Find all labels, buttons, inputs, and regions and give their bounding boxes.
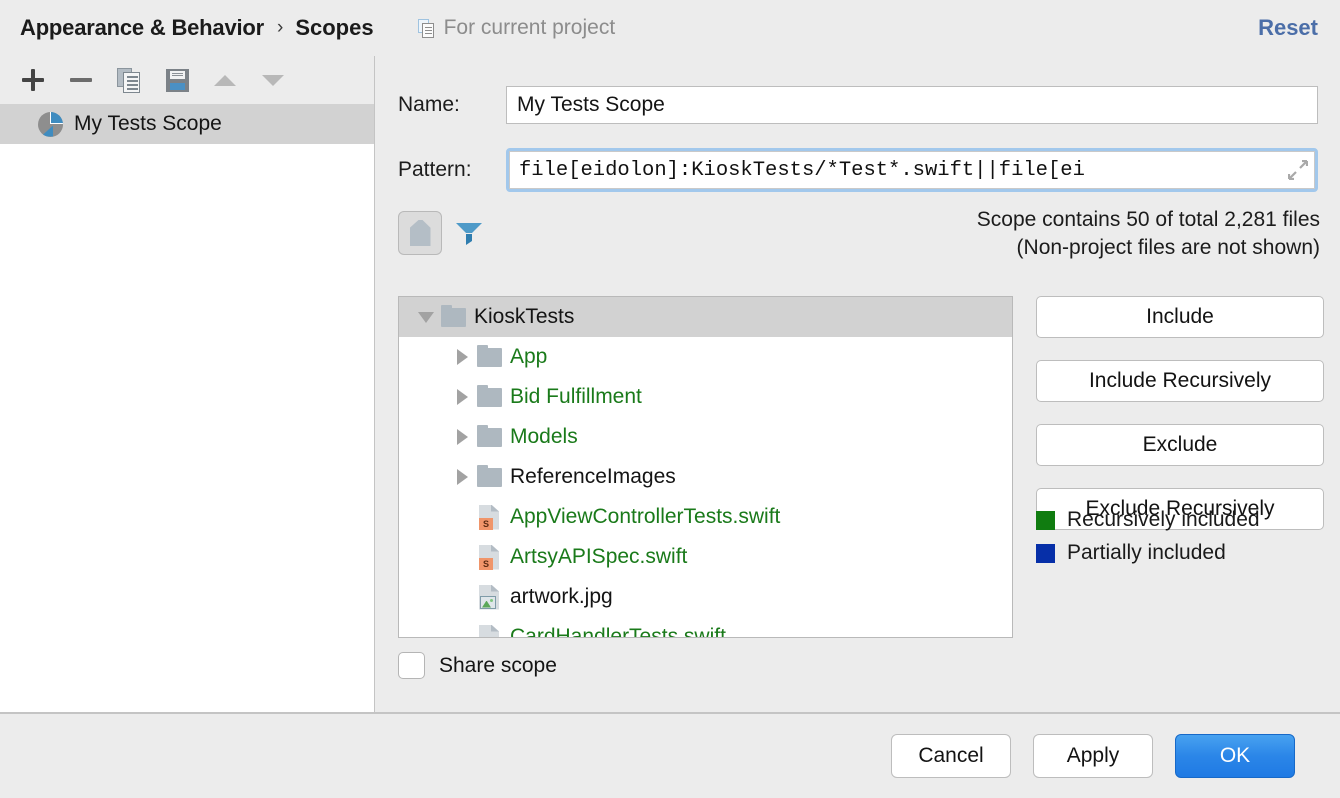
add-scope-button[interactable] (10, 60, 56, 100)
folder-icon (439, 304, 467, 327)
copy-scope-button[interactable] (106, 60, 152, 100)
legend-item-recursively-included: Recursively included (1036, 508, 1260, 532)
folder-icon (475, 344, 503, 367)
tree-row[interactable]: S AppViewControllerTests.swift (399, 497, 1012, 537)
folder-icon (475, 464, 503, 487)
file-icon (409, 220, 431, 246)
save-scope-button[interactable] (154, 60, 200, 100)
legend-label: Partially included (1067, 541, 1226, 564)
move-down-button[interactable] (250, 60, 296, 100)
breadcrumb-root[interactable]: Appearance & Behavior (20, 15, 264, 41)
chevron-down-icon[interactable] (413, 311, 439, 323)
copy-icon (117, 67, 141, 93)
arrow-up-icon (214, 74, 236, 86)
project-scope-note-label: For current project (443, 16, 616, 39)
save-icon (165, 68, 189, 92)
arrow-down-icon (262, 74, 284, 86)
scope-list-item[interactable]: My Tests Scope (0, 104, 374, 144)
breadcrumb: Appearance & Behavior › Scopes For curre… (0, 0, 1340, 56)
swift-file-icon: S (475, 544, 503, 570)
cancel-button[interactable]: Cancel (891, 734, 1011, 778)
file-tree[interactable]: KioskTests App Bid Fulfillment Models Refere… (398, 296, 1013, 638)
tree-row[interactable]: ReferenceImages (399, 457, 1012, 497)
plus-icon (22, 69, 44, 91)
pattern-field-row: Pattern: (398, 148, 1318, 192)
page-title: Scopes (295, 15, 374, 40)
reset-link[interactable]: Reset (1258, 15, 1318, 41)
include-recursively-button[interactable]: Include Recursively (1036, 360, 1324, 402)
tree-row[interactable]: artwork.jpg (399, 577, 1012, 617)
chevron-right-icon[interactable] (449, 429, 475, 445)
tree-row-label: App (510, 345, 548, 368)
tree-row-label: ArtsyAPISpec.swift (510, 545, 688, 568)
expand-icon[interactable] (1287, 159, 1309, 181)
chevron-right-icon[interactable] (449, 349, 475, 365)
tree-row-label: KioskTests (474, 305, 575, 328)
tree-row[interactable]: App (399, 337, 1012, 377)
legend-swatch-green (1036, 510, 1055, 530)
move-up-button[interactable] (202, 60, 248, 100)
scope-stats-line2: (Non-project files are not shown) (1016, 236, 1320, 260)
scopes-toolbar (0, 56, 374, 104)
tree-row[interactable]: KioskTests (399, 297, 1012, 337)
project-scope-note: For current project (417, 16, 616, 40)
tree-row-label: ReferenceImages (510, 465, 676, 488)
tree-filter-toolbar (398, 211, 484, 255)
include-button[interactable]: Include (1036, 296, 1324, 338)
swift-file-icon: S (475, 504, 503, 530)
pie-chart-icon (38, 111, 63, 137)
scopes-sidebar: My Tests Scope (0, 56, 375, 712)
folder-icon (475, 424, 503, 447)
legend-item-partially-included: Partially included (1036, 541, 1260, 565)
share-scope-checkbox[interactable] (398, 652, 425, 679)
tree-row[interactable]: S ArtsyAPISpec.swift (399, 537, 1012, 577)
legend-swatch-blue (1036, 543, 1055, 563)
minus-icon (70, 78, 92, 82)
ok-button[interactable]: OK (1175, 734, 1295, 778)
copy-project-icon (417, 18, 435, 38)
pattern-label: Pattern: (398, 158, 472, 181)
show-files-toggle[interactable] (398, 211, 442, 255)
remove-scope-button[interactable] (58, 60, 104, 100)
chevron-right-icon[interactable] (449, 469, 475, 485)
legend-label: Recursively included (1067, 508, 1260, 531)
chevron-right-icon[interactable] (449, 389, 475, 405)
tree-row-label: AppViewControllerTests.swift (510, 505, 781, 528)
dialog-footer: Cancel Apply OK (0, 714, 1340, 798)
funnel-icon[interactable] (454, 219, 484, 247)
breadcrumb-separator-icon: › (277, 17, 284, 38)
swift-file-icon: S (475, 624, 503, 637)
tree-row[interactable]: Models (399, 417, 1012, 457)
scopes-list: My Tests Scope (0, 104, 374, 144)
pattern-input[interactable] (509, 151, 1315, 189)
share-scope-row: Share scope (398, 652, 557, 679)
tree-row[interactable]: S CardHandlerTests.swift (399, 617, 1012, 638)
scope-stats-line1: Scope contains 50 of total 2,281 files (976, 208, 1320, 231)
tree-row-label: Models (510, 425, 578, 448)
image-file-icon (475, 584, 503, 610)
pattern-input-wrapper (506, 148, 1318, 192)
scope-list-item-label: My Tests Scope (74, 112, 222, 135)
name-label: Name: (398, 93, 460, 116)
scope-editor-panel: Name: Pattern: (376, 56, 1340, 712)
tree-row-label: Bid Fulfillment (510, 385, 642, 408)
settings-dialog: Appearance & Behavior › Scopes For curre… (0, 0, 1340, 798)
tree-row-label: CardHandlerTests.swift (510, 625, 726, 638)
scope-stats: Scope contains 50 of total 2,281 files (… (977, 206, 1320, 263)
exclude-button[interactable]: Exclude (1036, 424, 1324, 466)
tree-row-label: artwork.jpg (510, 585, 613, 608)
tree-legend: Recursively included Partially included (1036, 508, 1260, 574)
folder-icon (475, 384, 503, 407)
share-scope-label: Share scope (439, 653, 557, 677)
name-field-row: Name: (398, 86, 1318, 124)
name-input[interactable] (506, 86, 1318, 124)
apply-button[interactable]: Apply (1033, 734, 1153, 778)
tree-row[interactable]: Bid Fulfillment (399, 377, 1012, 417)
